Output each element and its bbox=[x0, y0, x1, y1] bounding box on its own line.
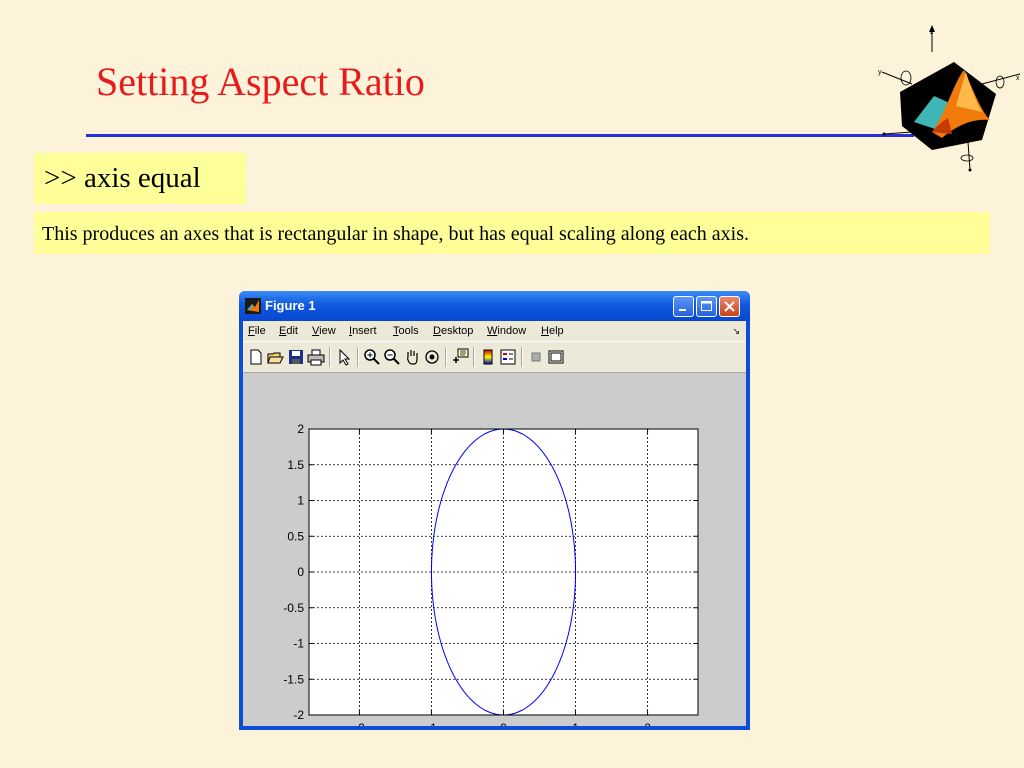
command-box: >> axis equal bbox=[34, 153, 246, 204]
menu-edit[interactable]: Edit bbox=[279, 325, 298, 337]
pan-hand-icon[interactable] bbox=[403, 348, 421, 366]
y-tick-label: -2 bbox=[293, 708, 304, 722]
x-tick-label: 2 bbox=[644, 721, 651, 726]
show-plot-tools-icon[interactable] bbox=[547, 348, 565, 366]
menu-insert[interactable]: Insert bbox=[349, 325, 377, 337]
minimize-icon bbox=[679, 309, 686, 311]
toolbar-separator bbox=[473, 347, 475, 367]
menu-view[interactable]: View bbox=[312, 325, 336, 337]
slide-title: Setting Aspect Ratio bbox=[96, 59, 425, 104]
toolbar-separator bbox=[329, 347, 331, 367]
window-client: File Edit View Insert Tools Desktop Wind… bbox=[243, 321, 746, 726]
save-icon[interactable] bbox=[287, 348, 305, 366]
menu-tools[interactable]: Tools bbox=[393, 325, 419, 337]
close-button[interactable] bbox=[719, 296, 740, 317]
menu-window[interactable]: Window bbox=[487, 325, 526, 337]
y-tick-label: 2 bbox=[297, 422, 304, 436]
legend-icon[interactable] bbox=[499, 348, 517, 366]
print-icon[interactable] bbox=[307, 348, 325, 366]
y-tick-label: -1.5 bbox=[283, 672, 304, 686]
logo-axis-x: x bbox=[1016, 75, 1020, 82]
zoom-in-icon[interactable] bbox=[363, 348, 381, 366]
open-file-icon[interactable] bbox=[267, 348, 285, 366]
toolbar-separator bbox=[521, 347, 523, 367]
y-tick-label: 0 bbox=[297, 565, 304, 579]
hide-plot-tools-icon[interactable] bbox=[527, 348, 545, 366]
menu-desktop[interactable]: Desktop bbox=[433, 325, 473, 337]
maximize-icon bbox=[701, 301, 712, 311]
y-tick-label: -1 bbox=[293, 637, 304, 651]
data-cursor-icon[interactable] bbox=[451, 348, 469, 366]
matlab-logo-icon: z y x bbox=[878, 25, 1021, 172]
window-titlebar[interactable]: Figure 1 bbox=[239, 291, 750, 321]
matlab-app-icon[interactable] bbox=[245, 298, 261, 314]
x-tick-label: -2 bbox=[354, 721, 365, 726]
y-tick-label: 0.5 bbox=[287, 529, 304, 543]
title-rule bbox=[86, 134, 914, 137]
figure-window: Figure 1 File Edit View Insert Tools Des… bbox=[239, 291, 750, 730]
window-title: Figure 1 bbox=[265, 298, 316, 313]
description-box: This produces an axes that is rectangula… bbox=[34, 212, 990, 254]
menu-help[interactable]: Help bbox=[541, 325, 564, 337]
maximize-button[interactable] bbox=[696, 296, 717, 317]
rotate-3d-icon[interactable] bbox=[423, 348, 441, 366]
axes-background bbox=[309, 429, 698, 715]
logo-axis-y: y bbox=[878, 69, 882, 76]
menu-overflow-icon[interactable]: ↘ bbox=[732, 326, 740, 337]
toolbar-separator bbox=[357, 347, 359, 367]
select-arrow-icon[interactable] bbox=[335, 348, 353, 366]
menu-bar: File Edit View Insert Tools Desktop Wind… bbox=[243, 321, 746, 341]
x-tick-label: -1 bbox=[426, 721, 437, 726]
close-icon bbox=[724, 301, 735, 312]
zoom-out-icon[interactable] bbox=[383, 348, 401, 366]
y-tick-label: 1 bbox=[297, 494, 304, 508]
new-figure-icon[interactable] bbox=[247, 348, 265, 366]
figure-toolbar bbox=[243, 341, 746, 373]
logo-axis-z: z bbox=[930, 29, 934, 36]
toolbar-separator bbox=[445, 347, 447, 367]
menu-file[interactable]: File bbox=[248, 325, 266, 337]
minimize-button[interactable] bbox=[673, 296, 694, 317]
plot-axes[interactable]: -2 -1 0 1 2 2 1.5 1 0.5 0 -0.5 -1 -1.5 -2 bbox=[243, 373, 746, 726]
x-tick-label: 1 bbox=[572, 721, 579, 726]
colorbar-icon[interactable] bbox=[479, 348, 497, 366]
x-tick-label: 0 bbox=[500, 721, 507, 726]
y-tick-label: 1.5 bbox=[287, 458, 304, 472]
y-tick-label: -0.5 bbox=[283, 601, 304, 615]
figure-canvas[interactable]: -2 -1 0 1 2 2 1.5 1 0.5 0 -0.5 -1 -1.5 -2 bbox=[243, 373, 746, 726]
